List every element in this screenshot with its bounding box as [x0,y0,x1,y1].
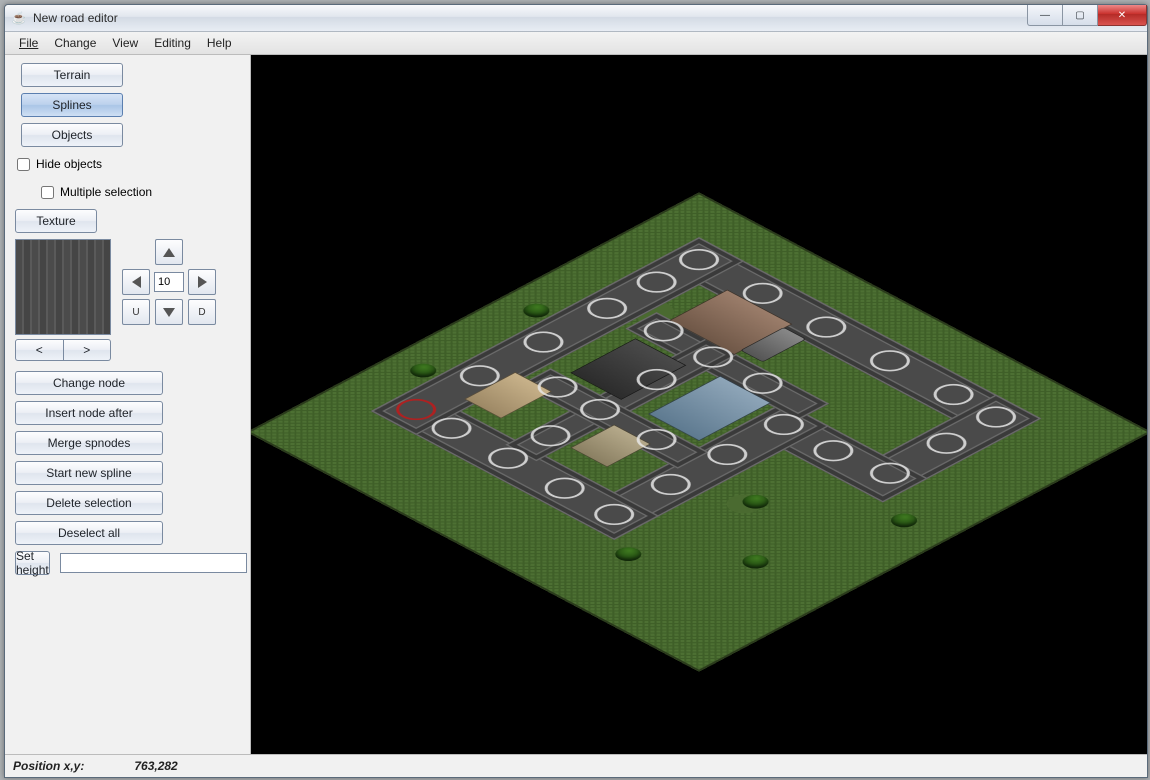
menu-change[interactable]: Change [46,33,104,53]
texture-next-button[interactable]: > [64,339,112,361]
delete-selection-button[interactable]: Delete selection [15,491,163,515]
multiple-selection-label: Multiple selection [60,185,152,199]
terrain-ground [251,193,1147,673]
nav-u-button[interactable]: U [122,299,150,325]
set-height-row: Set height [15,551,240,575]
tree [737,552,774,571]
texture-prev-button[interactable]: < [15,339,64,361]
tree [737,492,774,511]
status-label: Position x,y: [13,759,84,773]
menu-editing[interactable]: Editing [146,33,199,53]
change-node-button[interactable]: Change node [15,371,163,395]
hide-objects-label: Hide objects [36,157,102,171]
deselect-all-button[interactable]: Deselect all [15,521,163,545]
viewport[interactable] [251,55,1147,754]
multiple-selection-row[interactable]: Multiple selection [15,181,240,203]
content-area: Terrain Splines Objects Hide objects Mul… [5,55,1147,754]
texture-section: < > U D [15,239,240,361]
hide-objects-row[interactable]: Hide objects [15,153,240,175]
window-buttons: — ▢ ✕ [1027,5,1147,31]
sidebar: Terrain Splines Objects Hide objects Mul… [5,55,251,754]
nav-value-input[interactable] [154,272,184,292]
splines-button[interactable]: Splines [21,93,123,117]
hide-objects-checkbox[interactable] [17,158,30,171]
statusbar: Position x,y: 763,282 [5,754,1147,777]
nav-down-button[interactable] [155,299,183,325]
menu-view[interactable]: View [104,33,146,53]
tree [886,511,923,530]
arrow-up-icon [163,248,175,257]
navpad: U D [123,239,215,361]
action-list: Change node Insert node after Merge spno… [15,371,240,545]
tree [610,545,647,564]
arrow-down-icon [163,308,175,317]
set-height-input[interactable] [60,553,247,573]
merge-spnodes-button[interactable]: Merge spnodes [15,431,163,455]
arrow-right-icon [198,276,207,288]
nav-up-button[interactable] [155,239,183,265]
close-button[interactable]: ✕ [1098,5,1147,26]
texture-button[interactable]: Texture [15,209,97,233]
menubar: File Change View Editing Help [5,32,1147,55]
java-icon: ☕ [11,10,27,26]
minimize-button[interactable]: — [1027,5,1063,26]
nav-left-button[interactable] [122,269,150,295]
maximize-button[interactable]: ▢ [1063,5,1098,26]
insert-node-after-button[interactable]: Insert node after [15,401,163,425]
menu-file[interactable]: File [11,33,46,53]
app-window: ☕ New road editor — ▢ ✕ File Change View… [4,4,1148,778]
nav-d-button[interactable]: D [188,299,216,325]
multiple-selection-checkbox[interactable] [41,186,54,199]
set-height-button[interactable]: Set height [15,551,50,575]
arrow-left-icon [132,276,141,288]
terrain-button[interactable]: Terrain [21,63,123,87]
objects-button[interactable]: Objects [21,123,123,147]
building [570,425,651,468]
nav-right-button[interactable] [188,269,216,295]
titlebar[interactable]: ☕ New road editor — ▢ ✕ [5,5,1147,32]
menu-help[interactable]: Help [199,33,240,53]
texture-preview[interactable] [15,239,111,335]
status-value: 763,282 [134,759,177,773]
start-new-spline-button[interactable]: Start new spline [15,461,163,485]
window-title: New road editor [33,11,1027,25]
